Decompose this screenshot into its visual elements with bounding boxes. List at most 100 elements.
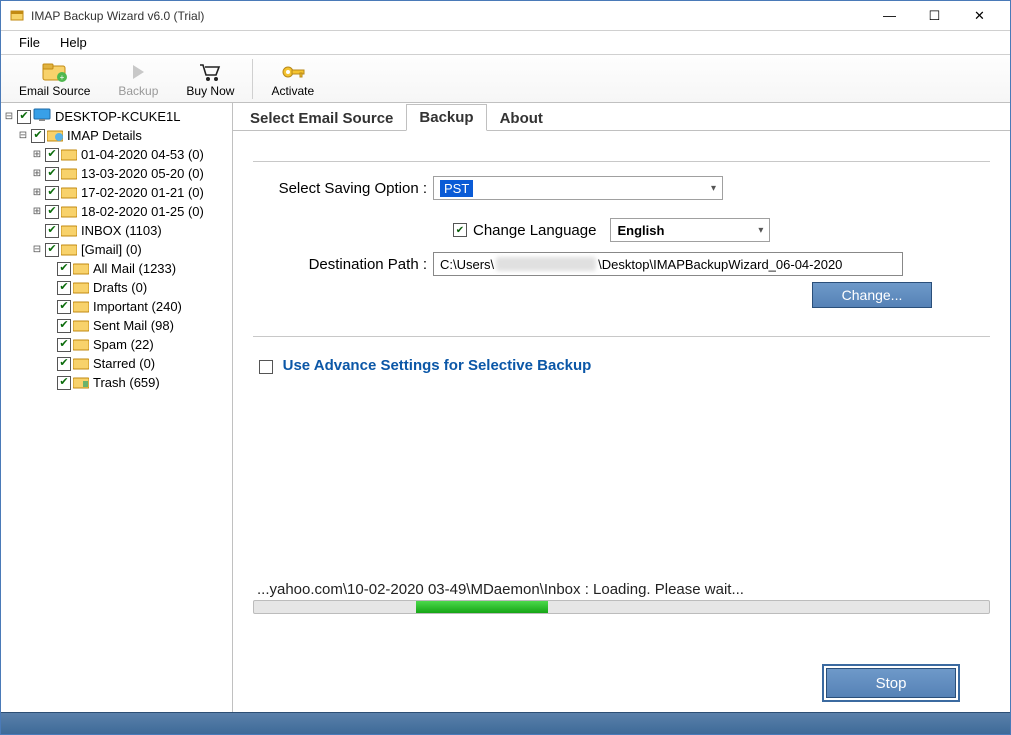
expand-icon[interactable]: ⊞: [31, 187, 43, 199]
tab-select-email-source[interactable]: Select Email Source: [237, 105, 406, 131]
tree-item[interactable]: 01-04-2020 04-53 (0): [81, 147, 204, 162]
folder-icon: [61, 205, 77, 219]
toolbar: + Email Source Backup Buy Now Activate: [1, 55, 1010, 103]
tree-imap-details[interactable]: IMAP Details: [67, 128, 142, 143]
status-text: ...yahoo.com\10-02-2020 03-49\MDaemon\In…: [253, 575, 990, 600]
folder-icon: [61, 148, 77, 162]
play-icon: [128, 60, 148, 84]
checkbox[interactable]: ✔: [57, 300, 71, 314]
tab-backup[interactable]: Backup: [406, 104, 486, 131]
checkbox[interactable]: ✔: [57, 319, 71, 333]
expand-icon[interactable]: ⊞: [31, 168, 43, 180]
menu-file[interactable]: File: [9, 33, 50, 52]
tree-item[interactable]: Spam (22): [93, 337, 154, 352]
tree-root[interactable]: DESKTOP-KCUKE1L: [55, 109, 180, 124]
maximize-button[interactable]: ☐: [912, 2, 957, 30]
progress-bar: [253, 600, 990, 614]
redacted-text: [496, 257, 596, 271]
tabs: Select Email Source Backup About: [233, 103, 1010, 131]
folder-icon: [73, 357, 89, 371]
tool-backup[interactable]: Backup: [104, 56, 172, 102]
checkbox[interactable]: ✔: [17, 110, 31, 124]
titlebar: IMAP Backup Wizard v6.0 (Trial) — ☐ ✕: [1, 1, 1010, 31]
folder-icon: [61, 243, 77, 257]
chevron-down-icon: ▾: [711, 183, 716, 194]
tree-inbox[interactable]: INBOX (1103): [81, 223, 162, 238]
tree-item[interactable]: Trash (659): [93, 375, 160, 390]
tree-item[interactable]: Starred (0): [93, 356, 155, 371]
tree-item[interactable]: Drafts (0): [93, 280, 147, 295]
checkbox[interactable]: ✔: [57, 357, 71, 371]
advance-settings-label[interactable]: Use Advance Settings for Selective Backu…: [283, 357, 592, 374]
checkbox[interactable]: ✔: [45, 186, 59, 200]
checkbox[interactable]: ✔: [57, 262, 71, 276]
tree-item[interactable]: Important (240): [93, 299, 182, 314]
folder-icon: [73, 319, 89, 333]
monitor-icon: [33, 108, 51, 125]
tree-item[interactable]: 17-02-2020 01-21 (0): [81, 185, 204, 200]
checkbox[interactable]: ✔: [45, 224, 59, 238]
destination-prefix: C:\Users\: [440, 257, 494, 272]
stop-button[interactable]: Stop: [826, 668, 956, 698]
checkbox[interactable]: ✔: [45, 148, 59, 162]
folder-icon: [73, 338, 89, 352]
sidebar-tree[interactable]: ⊟✔ DESKTOP-KCUKE1L ⊟✔ IMAP Details ⊞✔01-…: [1, 103, 233, 712]
tree-item[interactable]: 18-02-2020 01-25 (0): [81, 204, 204, 219]
checkbox[interactable]: ✔: [57, 338, 71, 352]
folder-icon: [61, 186, 77, 200]
checkbox[interactable]: ✔: [45, 243, 59, 257]
tree-gmail[interactable]: [Gmail] (0): [81, 242, 142, 257]
tool-buy-now[interactable]: Buy Now: [172, 56, 248, 102]
divider: [253, 161, 990, 162]
checkbox[interactable]: ✔: [31, 129, 45, 143]
folder-icon: [61, 167, 77, 181]
destination-path-input[interactable]: C:\Users\ \Desktop\IMAPBackupWizard_06-0…: [433, 252, 903, 276]
cart-icon: [198, 60, 222, 84]
language-value: English: [617, 223, 664, 238]
tree-item[interactable]: 13-03-2020 05-20 (0): [81, 166, 204, 181]
toolbar-separator: [252, 59, 253, 99]
tree-item[interactable]: Sent Mail (98): [93, 318, 174, 333]
folder-globe-icon: [47, 129, 63, 143]
expand-icon[interactable]: ⊞: [31, 206, 43, 218]
content: Select Email Source Backup About Select …: [233, 103, 1010, 712]
checkbox[interactable]: ✔: [57, 281, 71, 295]
tab-about[interactable]: About: [487, 105, 556, 131]
tool-activate[interactable]: Activate: [257, 56, 328, 102]
collapse-icon[interactable]: ⊟: [31, 244, 43, 256]
divider: [253, 336, 990, 337]
change-language-checkbox[interactable]: ✔: [453, 223, 467, 237]
statusbar: [1, 712, 1010, 734]
folder-plus-icon: +: [42, 60, 68, 84]
change-button[interactable]: Change...: [812, 282, 932, 308]
menubar: File Help: [1, 31, 1010, 55]
folder-icon: [73, 300, 89, 314]
minimize-button[interactable]: —: [867, 2, 912, 30]
checkbox[interactable]: ✔: [57, 376, 71, 390]
stop-button-focus: Stop: [822, 664, 960, 702]
saving-option-select[interactable]: PST ▾: [433, 176, 723, 200]
destination-label: Destination Path :: [253, 256, 433, 273]
checkbox[interactable]: ✔: [45, 205, 59, 219]
change-language-label: Change Language: [473, 222, 596, 239]
folder-icon: [73, 281, 89, 295]
tree-item[interactable]: All Mail (1233): [93, 261, 176, 276]
chevron-down-icon: ▾: [758, 225, 763, 236]
collapse-icon[interactable]: ⊟: [3, 111, 15, 123]
close-button[interactable]: ✕: [957, 2, 1002, 30]
key-icon: [280, 60, 306, 84]
language-select[interactable]: English ▾: [610, 218, 770, 242]
tool-email-source[interactable]: + Email Source: [5, 56, 104, 102]
tool-label: Backup: [118, 84, 158, 98]
destination-suffix: \Desktop\IMAPBackupWizard_06-04-2020: [598, 257, 842, 272]
collapse-icon[interactable]: ⊟: [17, 130, 29, 142]
main: ⊟✔ DESKTOP-KCUKE1L ⊟✔ IMAP Details ⊞✔01-…: [1, 103, 1010, 712]
tool-label: Email Source: [19, 84, 90, 98]
checkbox[interactable]: ✔: [45, 167, 59, 181]
expand-icon[interactable]: ⊞: [31, 149, 43, 161]
advance-settings-checkbox[interactable]: [259, 360, 273, 374]
menu-help[interactable]: Help: [50, 33, 97, 52]
backup-pane: Select Saving Option : PST ▾ ✔ Change La…: [233, 131, 1010, 712]
tool-label: Buy Now: [186, 84, 234, 98]
app-icon: [9, 8, 25, 24]
